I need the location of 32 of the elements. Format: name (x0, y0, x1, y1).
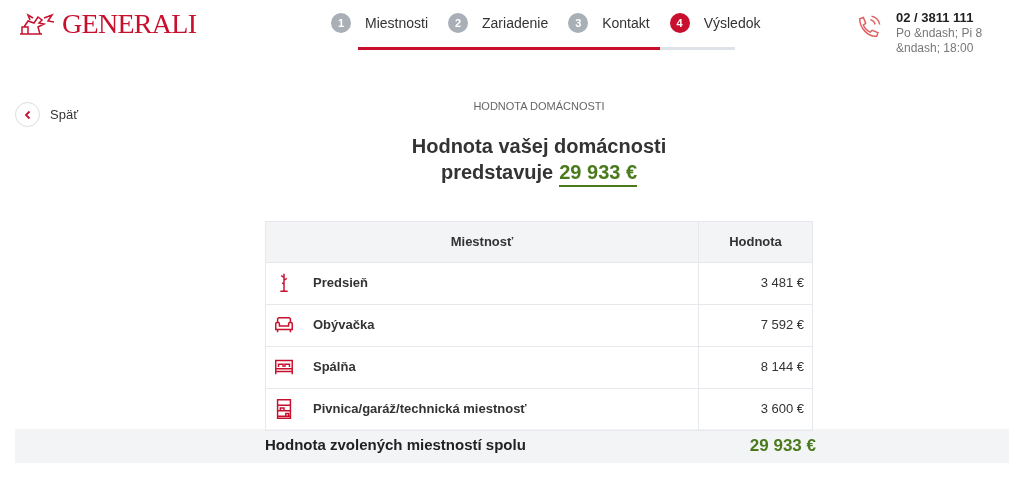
step-number: 2 (448, 13, 469, 33)
step-label: Miestnosti (365, 13, 429, 33)
logo-text: GENERALI (62, 10, 197, 38)
room-name: Spálňa (313, 358, 356, 377)
step-label: Výsledok (703, 13, 761, 33)
room-name: Obývačka (313, 316, 375, 335)
room-name: Pivnica/garáž/technická miestnosť (313, 400, 527, 419)
phone-number: 02 / 3811 111 (896, 10, 975, 26)
step-tab[interactable]: 2 Zariadenie (448, 12, 549, 34)
total-label: Hodnota zvolených miestností spolu (265, 435, 526, 456)
section-label: HODNOTA DOMÁCNOSTI (473, 99, 605, 114)
room-value: 7 592 € (759, 316, 805, 335)
total-value: 29 933 € (749, 434, 816, 457)
step-tab[interactable]: 4 Výsledok (669, 12, 761, 34)
room-value: 3 481 € (759, 274, 805, 293)
heading-line: predstavuje (440, 159, 554, 185)
room-value: 8 144 € (759, 358, 805, 377)
step-number: 4 (669, 13, 690, 33)
opening-hours: Po &ndash; Pi 8 &ndash; 18:00 (896, 26, 984, 56)
room-value: 3 600 € (759, 400, 805, 419)
step-label: Zariadenie (482, 13, 549, 33)
column-header: Miestnosť (266, 221, 699, 262)
step-number: 3 (568, 13, 589, 33)
back-button[interactable]: Späť (15, 102, 78, 127)
room-name: Predsieň (313, 274, 368, 293)
step-label: Kontakt (602, 13, 650, 33)
column-header: Hodnota (728, 232, 783, 251)
total-amount: 29 933 € (559, 158, 638, 187)
step-number: 1 (331, 13, 351, 33)
heading-line: Hodnota vašej domácnosti (411, 133, 667, 159)
step-tab[interactable]: 3 Kontakt (568, 12, 650, 34)
step-tab[interactable]: 1 Miestnosti (331, 12, 429, 34)
